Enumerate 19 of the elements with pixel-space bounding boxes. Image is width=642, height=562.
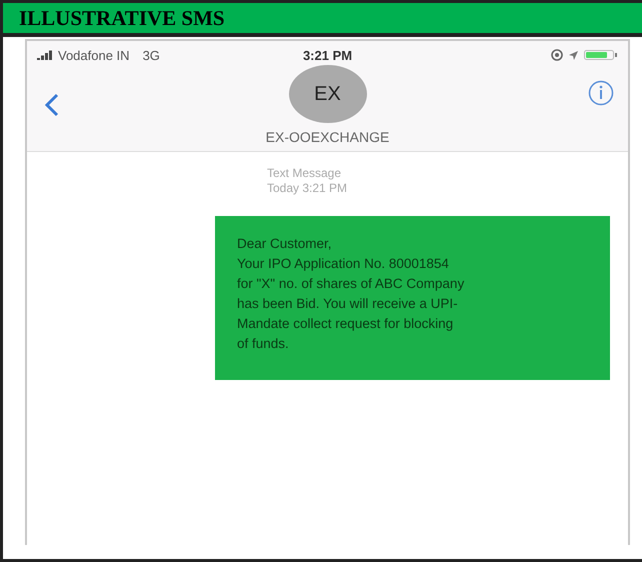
network-type: 3G [142,48,160,62]
contact-avatar: EX [288,65,366,123]
back-icon[interactable] [45,93,59,117]
message-text-line: Dear Customer, [237,235,333,253]
message-text-line: of funds. [237,335,290,353]
carrier-name: Vodafone IN [58,48,130,62]
message-text-line: Your IPO Application No. 80001854 [237,255,450,273]
message-type-label: Text Message [267,166,342,181]
message-text-line: has been Bid. You will receive a UPI- [237,295,459,313]
message-text-line: for "X" no. of shares of ABC Company [237,275,466,293]
message-timestamp: Today 3:21 PM [267,181,348,196]
contact-name: EX-OOEXCHANGE [266,129,390,145]
battery-icon [584,49,618,61]
info-icon[interactable] [588,80,614,106]
page-title: ILLUSTRATIVE SMS [19,6,225,30]
clock-time: 3:21 PM [302,48,352,62]
location-icon [568,50,580,60]
message-text-line: Mandate collect request for blocking [237,315,454,333]
signal-icon [37,50,53,60]
